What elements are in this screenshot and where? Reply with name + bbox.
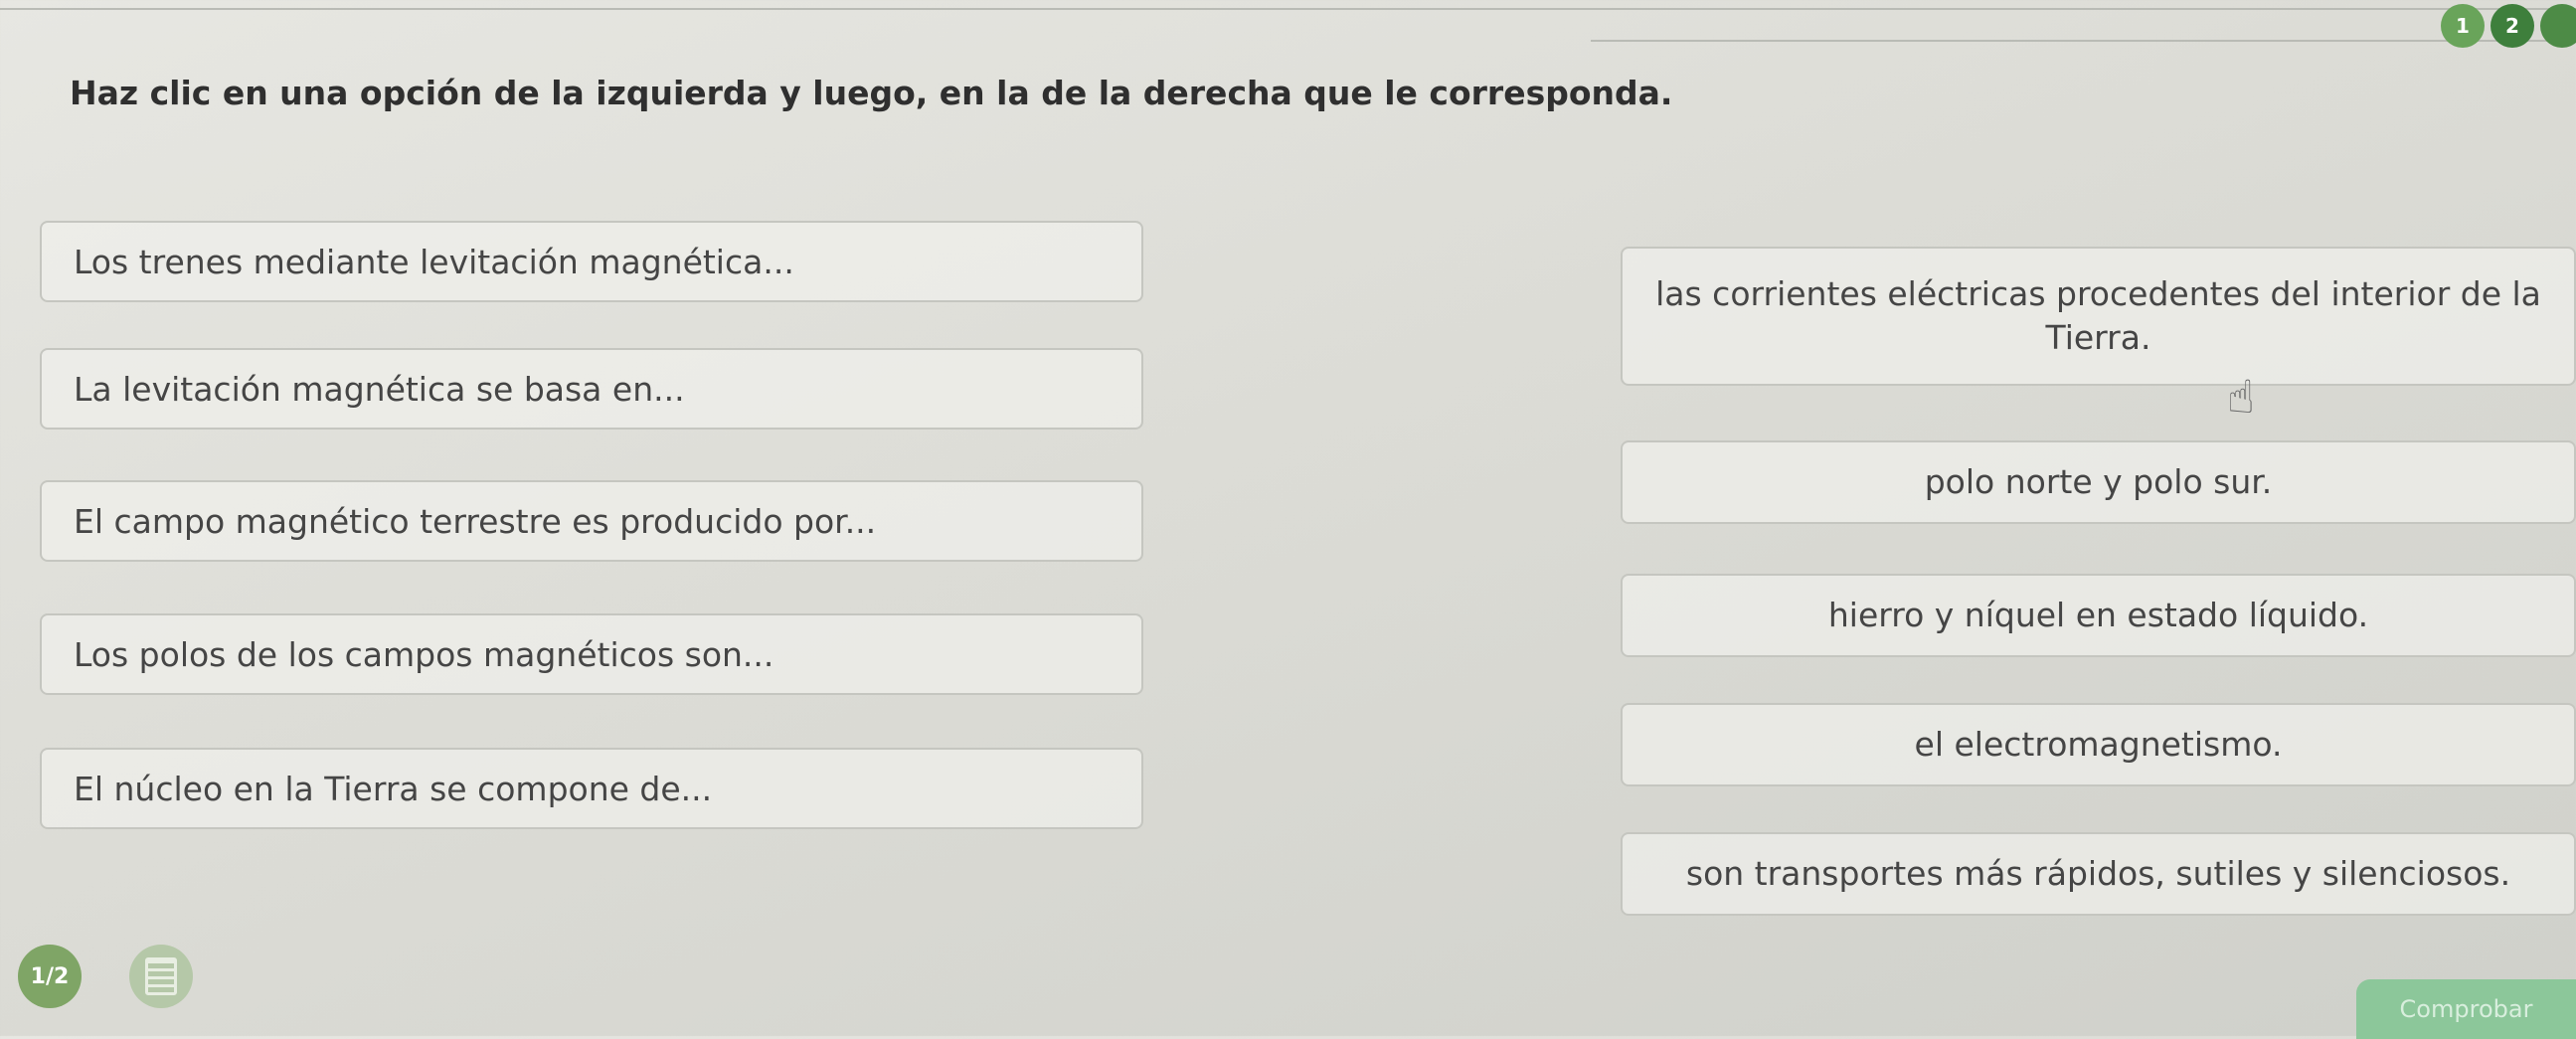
left-option-4[interactable]: Los polos de los campos magnéticos son..… [40, 613, 1143, 695]
step-2[interactable]: 2 [2490, 4, 2534, 48]
top-divider [0, 8, 2576, 10]
step-indicator: 1 2 [2441, 4, 2576, 48]
step-1[interactable]: 1 [2441, 4, 2485, 48]
right-option-2[interactable]: polo norte y polo sur. [1621, 440, 2576, 524]
left-option-3[interactable]: El campo magnético terrestre es producid… [40, 480, 1143, 562]
right-option-5[interactable]: son transportes más rápidos, sutiles y s… [1621, 832, 2576, 916]
right-option-1[interactable]: las corrientes eléctricas procedentes de… [1621, 247, 2576, 386]
instruction-text: Haz clic en una opción de la izquierda y… [70, 74, 1673, 112]
left-option-1[interactable]: Los trenes mediante levitación magnética… [40, 221, 1143, 302]
check-button[interactable]: Comprobar [2356, 979, 2576, 1039]
page-indicator: 1/2 [18, 945, 82, 1008]
step-3[interactable] [2540, 4, 2576, 48]
list-button[interactable] [129, 945, 193, 1008]
right-option-4[interactable]: el electromagnetismo. [1621, 703, 2576, 786]
left-option-2[interactable]: La levitación magnética se basa en... [40, 348, 1143, 430]
header-divider [1591, 40, 2576, 42]
left-option-5[interactable]: El núcleo en la Tierra se compone de... [40, 748, 1143, 829]
list-icon [145, 957, 177, 995]
hand-pointer-icon: ☝ [2227, 370, 2256, 424]
right-option-3[interactable]: hierro y níquel en estado líquido. [1621, 574, 2576, 657]
